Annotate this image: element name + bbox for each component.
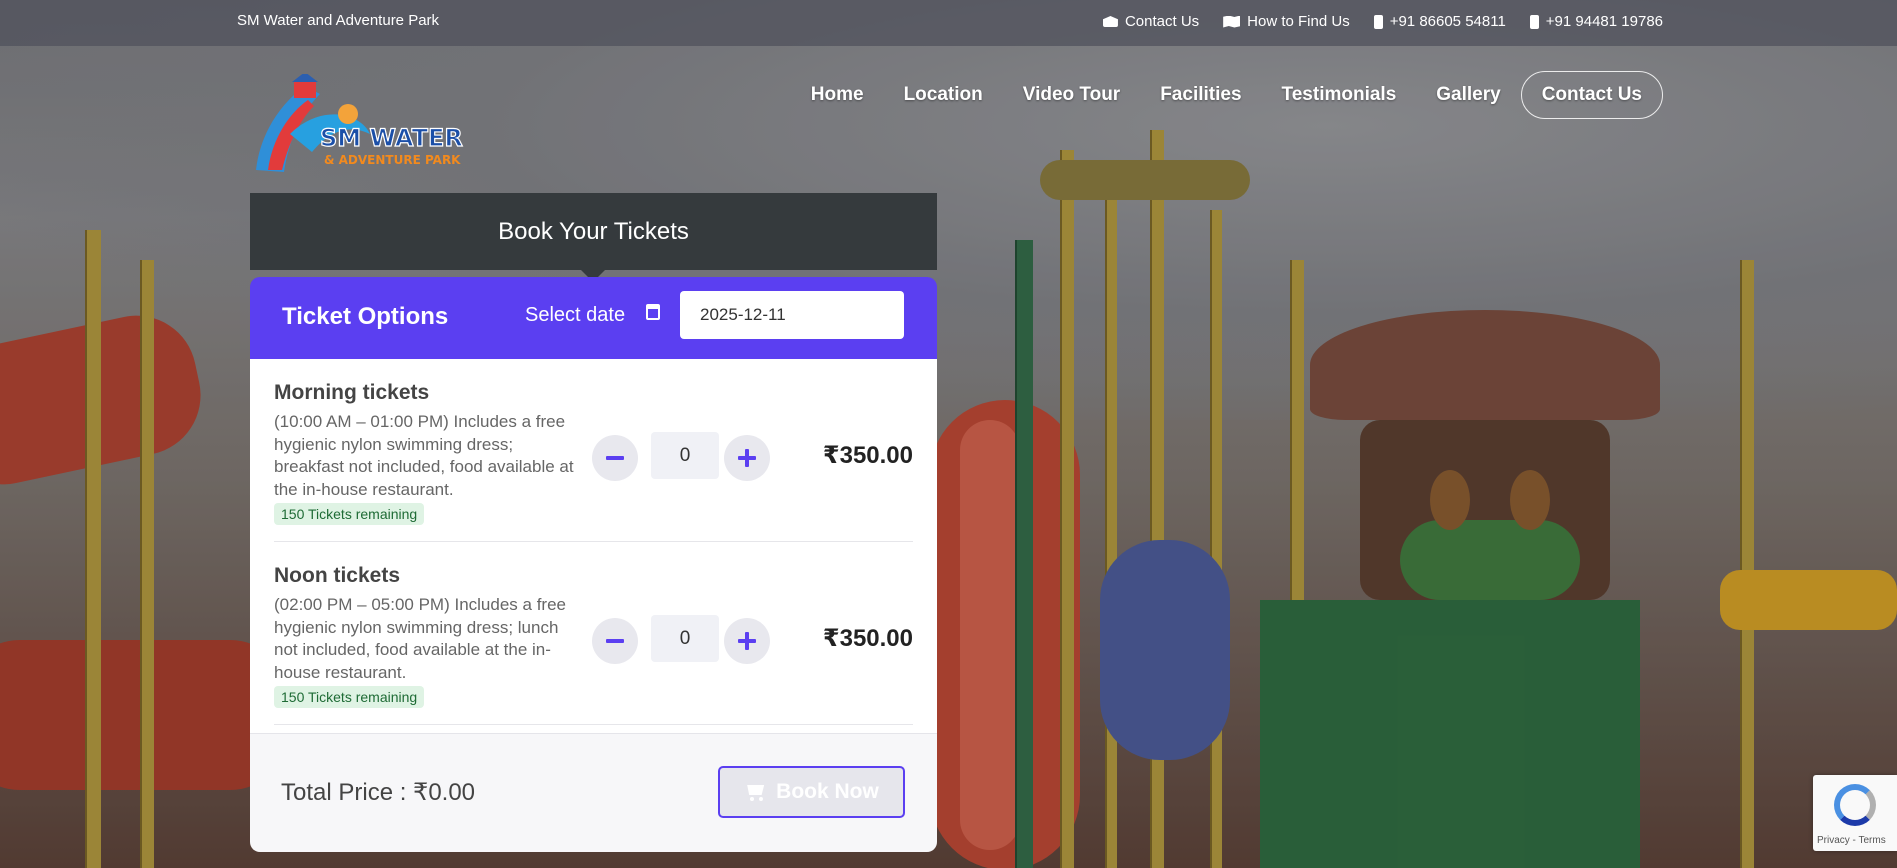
select-date-label: Select date: [525, 304, 626, 326]
logo-text-sub: & ADVENTURE PARK: [324, 153, 461, 167]
increase-quantity-button[interactable]: [724, 435, 770, 481]
divider: [274, 724, 913, 725]
recaptcha-icon: [1834, 784, 1876, 826]
quantity-input[interactable]: [651, 615, 719, 662]
ticket-name: Noon tickets: [274, 564, 401, 587]
logo-text-main: SM WATER: [320, 124, 463, 152]
nav-video-tour[interactable]: Video Tour: [1003, 84, 1140, 106]
ticket-description: (10:00 AM – 01:00 PM) Includes a free hy…: [274, 412, 574, 499]
top-link-phone-2[interactable]: +91 94481 19786: [1529, 13, 1663, 30]
book-tickets-title: Book Your Tickets: [498, 217, 689, 245]
ticket-item-noon: Noon tickets (02:00 PM – 05:00 PM) Inclu…: [274, 542, 913, 725]
ticket-name: Morning tickets: [274, 381, 430, 404]
top-bar: SM Water and Adventure Park Contact Us H…: [0, 0, 1897, 46]
quantity-input[interactable]: [651, 432, 719, 479]
book-tickets-header: Book Your Tickets: [250, 193, 937, 282]
nav-location[interactable]: Location: [884, 84, 1003, 106]
park-logo[interactable]: SM WATER & ADVENTURE PARK: [250, 74, 472, 180]
ticket-description: (02:00 PM – 05:00 PM) Includes a free hy…: [274, 595, 566, 682]
ticket-options-title: Ticket Options: [282, 303, 449, 330]
recaptcha-badge[interactable]: Privacy - Terms: [1813, 775, 1897, 851]
ticket-price: ₹350.00: [822, 442, 913, 469]
top-link-phone-1[interactable]: +91 86605 54811: [1373, 13, 1506, 30]
map-icon: [1223, 15, 1241, 28]
decrease-quantity-button[interactable]: [592, 435, 638, 481]
total-price: Total Price : ₹0.00: [281, 779, 476, 806]
phone-icon: [1373, 14, 1383, 29]
date-input[interactable]: [680, 291, 904, 339]
nav-gallery[interactable]: Gallery: [1416, 84, 1520, 106]
nav-facilities[interactable]: Facilities: [1140, 84, 1261, 106]
main-nav: Home Location Video Tour Facilities Test…: [791, 71, 1663, 119]
phone-icon: [1529, 14, 1539, 29]
decrease-quantity-button[interactable]: [592, 618, 638, 664]
book-now-label: Book Now: [776, 780, 879, 803]
booking-footer: Total Price : ₹0.00 Book Now: [250, 733, 937, 852]
recaptcha-terms[interactable]: Privacy - Terms: [1817, 835, 1886, 846]
ticket-list[interactable]: Morning tickets (10:00 AM – 01:00 PM) In…: [250, 359, 937, 733]
increase-quantity-button[interactable]: [724, 618, 770, 664]
top-link-label: How to Find Us: [1247, 13, 1350, 30]
envelope-open-icon: [1102, 16, 1118, 27]
book-now-button[interactable]: Book Now: [718, 766, 905, 818]
top-links: Contact Us How to Find Us +91 86605 5481…: [1102, 13, 1663, 30]
ticket-item-morning: Morning tickets (10:00 AM – 01:00 PM) In…: [274, 359, 913, 542]
top-link-how-to-find-us[interactable]: How to Find Us: [1223, 13, 1350, 30]
calendar-icon[interactable]: [646, 304, 660, 320]
ticket-options-bar: Ticket Options Select date: [250, 277, 937, 359]
nav-contact-us-button[interactable]: Contact Us: [1520, 71, 1663, 119]
nav-testimonials[interactable]: Testimonials: [1262, 84, 1417, 106]
site-name: SM Water and Adventure Park: [237, 12, 440, 29]
ticket-price: ₹350.00: [822, 625, 913, 652]
tickets-remaining-badge: 150 Tickets remaining: [274, 503, 425, 525]
top-link-label: +91 94481 19786: [1545, 13, 1663, 30]
top-link-label: Contact Us: [1124, 13, 1200, 30]
nav-home[interactable]: Home: [791, 84, 884, 106]
top-link-contact-us[interactable]: Contact Us: [1102, 13, 1200, 30]
top-link-label: +91 86605 54811: [1389, 13, 1506, 30]
cart-icon: [744, 783, 766, 801]
tickets-remaining-badge: 150 Tickets remaining: [274, 686, 425, 708]
